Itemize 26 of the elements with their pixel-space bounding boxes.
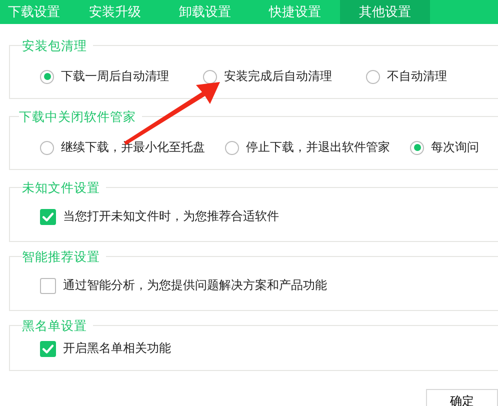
checkbox-option[interactable]: 开启黑名单相关功能 (40, 340, 171, 357)
radio-button[interactable] (366, 70, 380, 84)
radio-option[interactable]: 下载一周后自动清理 (40, 68, 169, 85)
option-label: 安装完成后自动清理 (224, 68, 332, 85)
radio-button[interactable] (410, 140, 424, 154)
radio-option[interactable]: 不自动清理 (366, 68, 447, 85)
group-title: 智能推荐设置 (22, 249, 106, 264)
checkbox[interactable] (40, 208, 56, 224)
option-label: 不自动清理 (387, 68, 447, 85)
checkbox[interactable] (40, 340, 56, 356)
option-label: 开启黑名单相关功能 (63, 340, 171, 357)
radio-button[interactable] (225, 140, 239, 154)
checkbox[interactable] (40, 278, 56, 294)
check-icon (41, 210, 55, 224)
group-title: 黑名单设置 (22, 318, 93, 333)
radio-button[interactable] (203, 70, 217, 84)
ok-button[interactable]: 确定 (426, 389, 498, 406)
radio-option[interactable]: 每次询问 (410, 139, 479, 156)
radio-button[interactable] (40, 70, 54, 84)
check-icon (41, 342, 55, 356)
group-title: 安装包清理 (22, 38, 93, 53)
radio-button[interactable] (40, 140, 54, 154)
option-label: 每次询问 (431, 139, 479, 156)
group-title: 下载中关闭软件管家 (19, 109, 142, 124)
option-label: 下载一周后自动清理 (61, 68, 169, 85)
group-title: 未知文件设置 (22, 180, 106, 195)
